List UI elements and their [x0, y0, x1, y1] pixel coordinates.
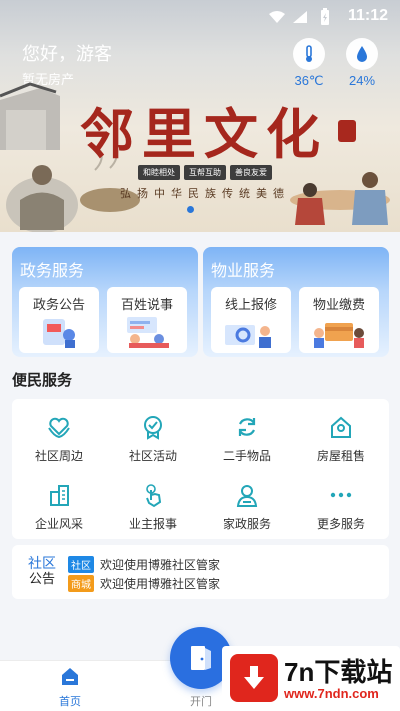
house-icon	[331, 416, 351, 438]
wifi-icon	[269, 11, 285, 23]
status-bar: 11:12	[0, 0, 400, 34]
property-fee-label: 物业缴费	[312, 297, 365, 312]
status-clock: 11:12	[347, 7, 388, 24]
banner-tag: 和睦相处	[138, 165, 180, 180]
banner-title: 邻里文化	[80, 102, 328, 166]
watermark-url: www.7ndn.com	[284, 686, 379, 701]
banner-slogan: 弘扬中华民族传统美德	[120, 187, 290, 200]
repair-illustration-icon	[225, 325, 271, 348]
convenience-section-title: 便民服务	[12, 372, 73, 389]
grid-item-label: 业主报事	[128, 517, 177, 531]
convenience-grid: 社区周边 社区活动 二手物品 房屋租售 企业风采 业主报事 家政服务 更多服务	[12, 399, 389, 539]
grid-item-label: 企业风采	[34, 517, 83, 531]
online-repair-button[interactable]: 线上报修	[211, 287, 291, 353]
property-fee-button[interactable]: 物业缴费	[299, 287, 379, 353]
gov-service-title: 政务服务	[20, 263, 85, 280]
grid-item-enterprise[interactable]: 企业风采	[12, 481, 106, 537]
community-notice[interactable]: 社区 公告 社区 欢迎使用博雅社区管家 商城 欢迎使用博雅社区管家	[12, 545, 389, 599]
announcement-illustration-icon	[43, 319, 75, 348]
more-dots-icon	[330, 492, 352, 498]
property-service-title: 物业服务	[211, 263, 276, 280]
home-icon	[62, 668, 78, 685]
banner-tag: 善良友爱	[230, 165, 272, 180]
signal-icon	[293, 11, 307, 23]
gov-service-card: 政务服务 政务公告 百姓说事	[12, 247, 198, 357]
notice-logo-bottom: 公告	[28, 571, 55, 586]
door-icon	[191, 646, 211, 670]
property-service-card: 物业服务 线上报修 物业缴费	[203, 247, 389, 357]
grid-item-label: 房屋租售	[316, 449, 365, 463]
gov-announcement-label: 政务公告	[32, 297, 85, 312]
notice-logo-top: 社区	[28, 555, 56, 571]
grid-item-housekeeping[interactable]: 家政服务	[200, 481, 294, 537]
watermark-title: 7n下载站	[284, 657, 393, 687]
banner-tag: 互帮互助	[184, 165, 226, 180]
grid-item-community-activity[interactable]: 社区活动	[106, 413, 200, 469]
gov-announcement-button[interactable]: 政务公告	[19, 287, 99, 353]
citizen-affairs-button[interactable]: 百姓说事	[107, 287, 187, 353]
tap-hand-icon	[146, 484, 162, 508]
grid-item-label: 社区活动	[128, 449, 177, 463]
building-icon	[50, 485, 69, 506]
grid-item-house-rental[interactable]: 房屋租售	[294, 413, 388, 469]
site-watermark: 7n下载站 www.7ndn.com	[222, 646, 400, 711]
tab-home[interactable]: 首页	[40, 665, 100, 709]
notice-badge: 社区	[68, 556, 94, 573]
notice-row[interactable]: 商城 欢迎使用博雅社区管家	[68, 575, 220, 592]
grid-item-label: 社区周边	[34, 449, 83, 463]
grid-item-label: 家政服务	[222, 517, 271, 531]
medal-icon	[144, 416, 162, 440]
recycle-icon	[238, 418, 256, 436]
grid-item-label: 二手物品	[222, 449, 271, 463]
grid-item-more-services[interactable]: 更多服务	[294, 481, 388, 537]
grid-item-community-nearby[interactable]: 社区周边	[12, 413, 106, 469]
discussion-illustration-icon	[127, 317, 169, 348]
citizen-affairs-label: 百姓说事	[120, 297, 173, 312]
notice-row[interactable]: 社区 欢迎使用博雅社区管家	[68, 556, 220, 573]
payment-illustration-icon	[314, 323, 364, 348]
download-arrow-icon	[230, 654, 278, 702]
notice-badge: 商城	[68, 575, 94, 592]
red-seal-stamp	[338, 120, 356, 142]
carousel-indicator[interactable]	[187, 206, 194, 213]
banner-tags: 和睦相处 互帮互助 善良友爱	[138, 165, 272, 180]
battery-icon	[321, 8, 329, 25]
notice-logo: 社区 公告	[24, 555, 60, 587]
tab-home-label: 首页	[59, 696, 81, 708]
grid-item-second-hand[interactable]: 二手物品	[200, 413, 294, 469]
grid-item-label: 更多服务	[316, 517, 365, 531]
community-culture-banner[interactable]: 您好，游客 暂无房产 36℃ 24% 邻里文化 和睦相处 互帮互助 善良友爱 弘…	[0, 0, 400, 232]
notice-text: 欢迎使用博雅社区管家	[100, 558, 221, 572]
housekeeper-icon	[236, 485, 258, 507]
notice-text: 欢迎使用博雅社区管家	[100, 577, 221, 591]
online-repair-label: 线上报修	[224, 297, 277, 312]
heart-hands-icon	[48, 417, 70, 439]
grid-item-owner-report[interactable]: 业主报事	[106, 481, 200, 537]
